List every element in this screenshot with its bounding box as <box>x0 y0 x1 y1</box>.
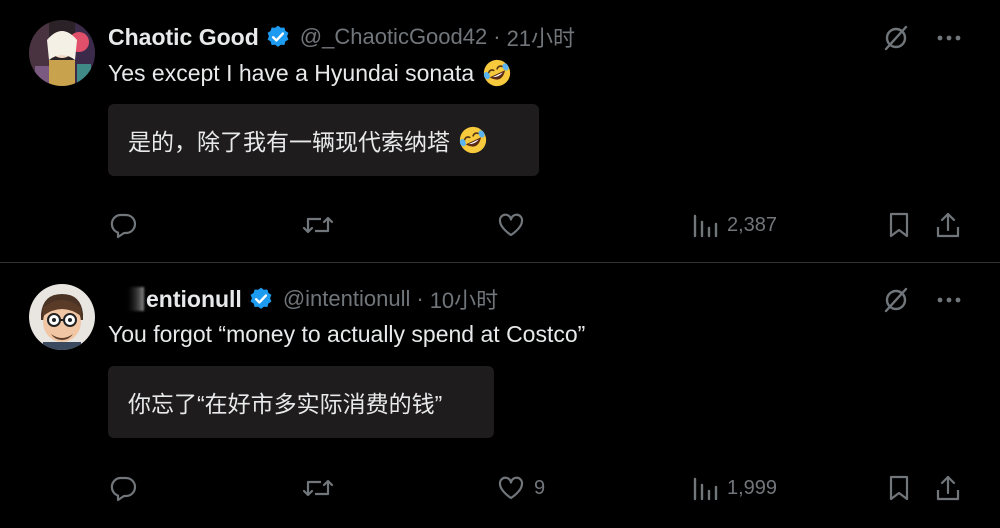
heart-icon <box>498 476 524 500</box>
reply-button[interactable] <box>108 205 146 245</box>
heart-icon <box>498 213 524 237</box>
reply-icon <box>110 213 137 239</box>
tweet-text: Yes except I have a Hyundai sonata <box>108 58 512 88</box>
action-bar: 2,387 <box>0 205 1000 245</box>
tweet-text: You forgot “money to actually spend at C… <box>108 321 585 348</box>
separator-dot: · <box>493 24 501 49</box>
views-button[interactable]: 1,999 <box>691 468 777 508</box>
repost-button[interactable] <box>302 205 342 245</box>
avatar[interactable] <box>29 284 95 350</box>
views-icon <box>693 477 718 501</box>
like-button[interactable]: 9 <box>496 468 545 508</box>
share-button[interactable] <box>934 468 962 508</box>
more-icon[interactable] <box>936 287 962 313</box>
display-name[interactable]: Chaotic Good <box>108 24 259 51</box>
views-icon <box>693 214 718 238</box>
reply-icon <box>110 476 137 502</box>
share-icon <box>936 475 960 501</box>
share-button[interactable] <box>934 205 962 245</box>
rolling-on-floor-laughing-emoji <box>459 126 487 154</box>
grok-icon[interactable] <box>882 286 910 314</box>
translation-text: 是的，除了我有一辆现代索纳塔 <box>128 129 450 155</box>
translation-box: 是的，除了我有一辆现代索纳塔 <box>108 104 539 176</box>
bookmark-icon <box>889 475 909 501</box>
rolling-on-floor-laughing-emoji <box>483 59 511 87</box>
bookmark-icon <box>889 212 909 238</box>
tweet[interactable]: entionull @intentionull · 10小时 You forgo… <box>0 263 1000 528</box>
verified-badge-icon <box>267 25 289 47</box>
timestamp[interactable]: 10小时 <box>430 283 498 315</box>
like-count: 9 <box>534 476 546 499</box>
obscured-name-prefix <box>108 287 144 311</box>
bookmark-button[interactable] <box>886 468 912 508</box>
display-name[interactable]: entionull <box>146 286 242 313</box>
action-bar: 9 1,999 <box>0 468 1000 508</box>
tweet-text-content: You forgot “money to actually spend at C… <box>108 321 586 347</box>
handle[interactable]: @_ChaoticGood42 <box>300 24 487 50</box>
translation-box: 你忘了“在好市多实际消费的钱” <box>108 366 494 438</box>
reply-button[interactable] <box>108 468 146 508</box>
views-count: 1,999 <box>727 476 778 499</box>
separator-dot: · <box>416 286 424 311</box>
views-count: 2,387 <box>727 213 778 236</box>
repost-icon <box>302 216 334 234</box>
bookmark-button[interactable] <box>886 205 912 245</box>
verified-badge-icon <box>250 287 272 309</box>
like-button[interactable] <box>496 205 534 245</box>
repost-icon <box>302 479 334 497</box>
tweet-text-content: Yes except I have a Hyundai sonata <box>108 59 475 86</box>
avatar[interactable] <box>29 20 95 86</box>
views-button[interactable]: 2,387 <box>691 205 777 245</box>
share-icon <box>936 212 960 238</box>
timestamp[interactable]: 21小时 <box>507 21 575 53</box>
more-icon[interactable] <box>936 25 962 51</box>
tweet[interactable]: Chaotic Good @_ChaoticGood42 · 21小时 Yes … <box>0 0 1000 263</box>
translation-text: 你忘了“在好市多实际消费的钱” <box>128 391 443 417</box>
grok-icon[interactable] <box>882 24 910 52</box>
repost-button[interactable] <box>302 468 342 508</box>
handle[interactable]: @intentionull <box>283 286 411 312</box>
